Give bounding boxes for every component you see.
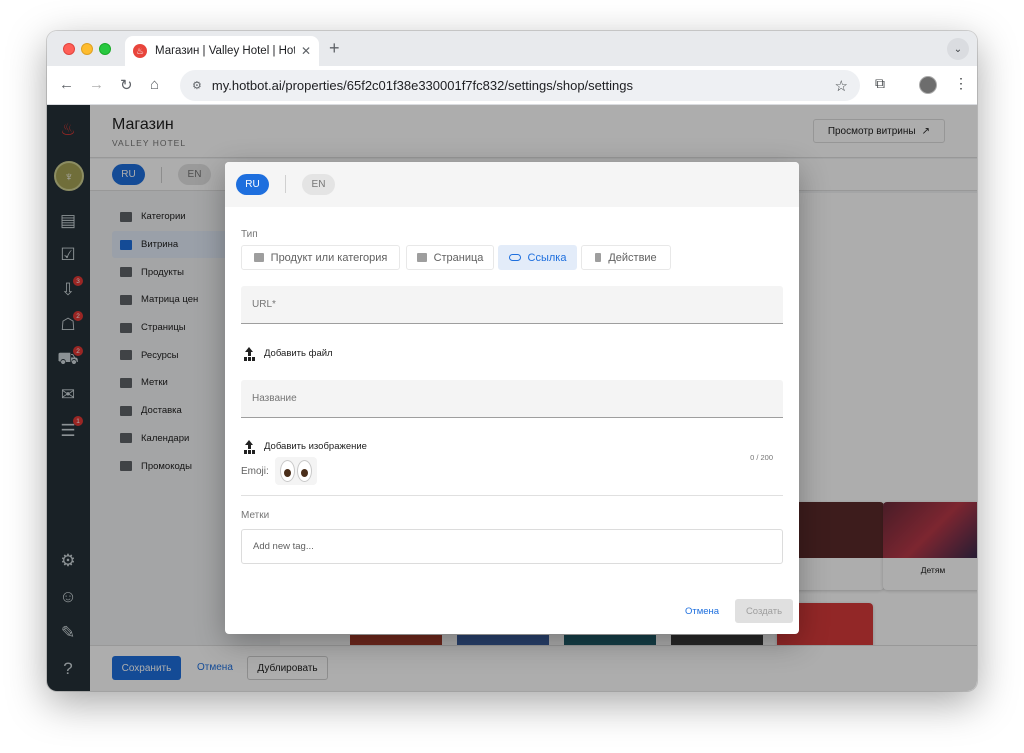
eyes-emoji-icon bbox=[297, 460, 312, 482]
type-label: Тип bbox=[241, 229, 258, 240]
hotbot-favicon-icon: ♨ bbox=[133, 44, 147, 58]
forward-arrow-icon[interactable]: → bbox=[89, 76, 104, 93]
type-label-text: Ссылка bbox=[527, 251, 567, 264]
address-url: my.hotbot.ai/properties/65f2c01f38e33000… bbox=[211, 78, 633, 93]
add-image-button[interactable]: Добавить изображение bbox=[243, 440, 367, 452]
dialog-lang-divider bbox=[285, 175, 286, 193]
tab-strip: ♨ Магазин | Valley Hotel | Hotbot ✕ + ⌄ bbox=[47, 31, 977, 66]
browser-tab[interactable]: ♨ Магазин | Valley Hotel | Hotbot ✕ bbox=[125, 36, 319, 66]
page-icon bbox=[416, 253, 427, 262]
type-label-text: Действие bbox=[608, 251, 657, 264]
upload-icon bbox=[243, 347, 255, 359]
name-char-counter: 0 / 200 bbox=[750, 453, 773, 462]
tag-input[interactable]: Add new tag... bbox=[241, 529, 783, 564]
tab-title: Магазин | Valley Hotel | Hotbot bbox=[155, 45, 295, 57]
site-settings-icon[interactable]: ⚙ bbox=[192, 79, 202, 92]
bolt-icon bbox=[595, 253, 602, 262]
dialog-cancel-button[interactable]: Отмена bbox=[685, 606, 719, 617]
type-label-text: Продукт или категория bbox=[270, 251, 388, 264]
type-link-button[interactable]: Ссылка bbox=[498, 245, 577, 270]
extensions-puzzle-icon[interactable]: ⧉ bbox=[875, 75, 885, 92]
dialog-lang-ru-tab[interactable]: RU bbox=[236, 174, 269, 195]
create-item-dialog: RU EN Тип Продукт или категория Страница… bbox=[225, 162, 799, 634]
close-window-button[interactable] bbox=[63, 43, 75, 55]
link-icon bbox=[508, 254, 521, 261]
browser-toolbar: ← → ↻ ⌂ ⚙ my.hotbot.ai/properties/65f2c0… bbox=[47, 66, 977, 105]
type-page-button[interactable]: Страница bbox=[406, 245, 494, 270]
profile-avatar[interactable] bbox=[919, 76, 937, 94]
upload-icon bbox=[243, 440, 255, 452]
bookmark-star-icon[interactable]: ☆ bbox=[835, 77, 848, 95]
dialog-lang-en-tab[interactable]: EN bbox=[302, 174, 335, 195]
add-file-label: Добавить файл bbox=[264, 347, 333, 359]
browser-menu-icon[interactable]: ⋮ bbox=[954, 75, 968, 92]
address-bar[interactable]: ⚙ my.hotbot.ai/properties/65f2c01f38e330… bbox=[180, 70, 860, 101]
add-file-button[interactable]: Добавить файл bbox=[243, 347, 333, 359]
emoji-picker[interactable] bbox=[275, 457, 317, 485]
dialog-divider bbox=[241, 495, 783, 496]
back-arrow-icon[interactable]: ← bbox=[59, 76, 74, 93]
type-label-text: Страница bbox=[433, 251, 484, 264]
add-image-label: Добавить изображение bbox=[264, 440, 367, 452]
new-tab-icon[interactable]: + bbox=[329, 38, 340, 59]
reload-icon[interactable]: ↻ bbox=[120, 76, 133, 94]
url-input[interactable]: URL* bbox=[241, 286, 783, 324]
close-tab-icon[interactable]: ✕ bbox=[301, 44, 311, 58]
tab-search-chevron-icon[interactable]: ⌄ bbox=[947, 38, 969, 60]
maximize-window-button[interactable] bbox=[99, 43, 111, 55]
emoji-label: Emoji: bbox=[241, 466, 269, 477]
minimize-window-button[interactable] bbox=[81, 43, 93, 55]
dialog-language-bar: RU EN bbox=[225, 162, 799, 207]
home-icon[interactable]: ⌂ bbox=[150, 76, 159, 93]
name-input[interactable]: Название bbox=[241, 380, 783, 418]
type-product-category-button[interactable]: Продукт или категория bbox=[241, 245, 400, 270]
store-icon bbox=[253, 253, 264, 262]
browser-window: ♨ Магазин | Valley Hotel | Hotbot ✕ + ⌄ … bbox=[47, 31, 977, 691]
dialog-create-button[interactable]: Создать bbox=[735, 599, 793, 623]
tags-label: Метки bbox=[241, 510, 270, 521]
eyes-emoji-icon bbox=[280, 460, 295, 482]
type-action-button[interactable]: Действие bbox=[581, 245, 671, 270]
